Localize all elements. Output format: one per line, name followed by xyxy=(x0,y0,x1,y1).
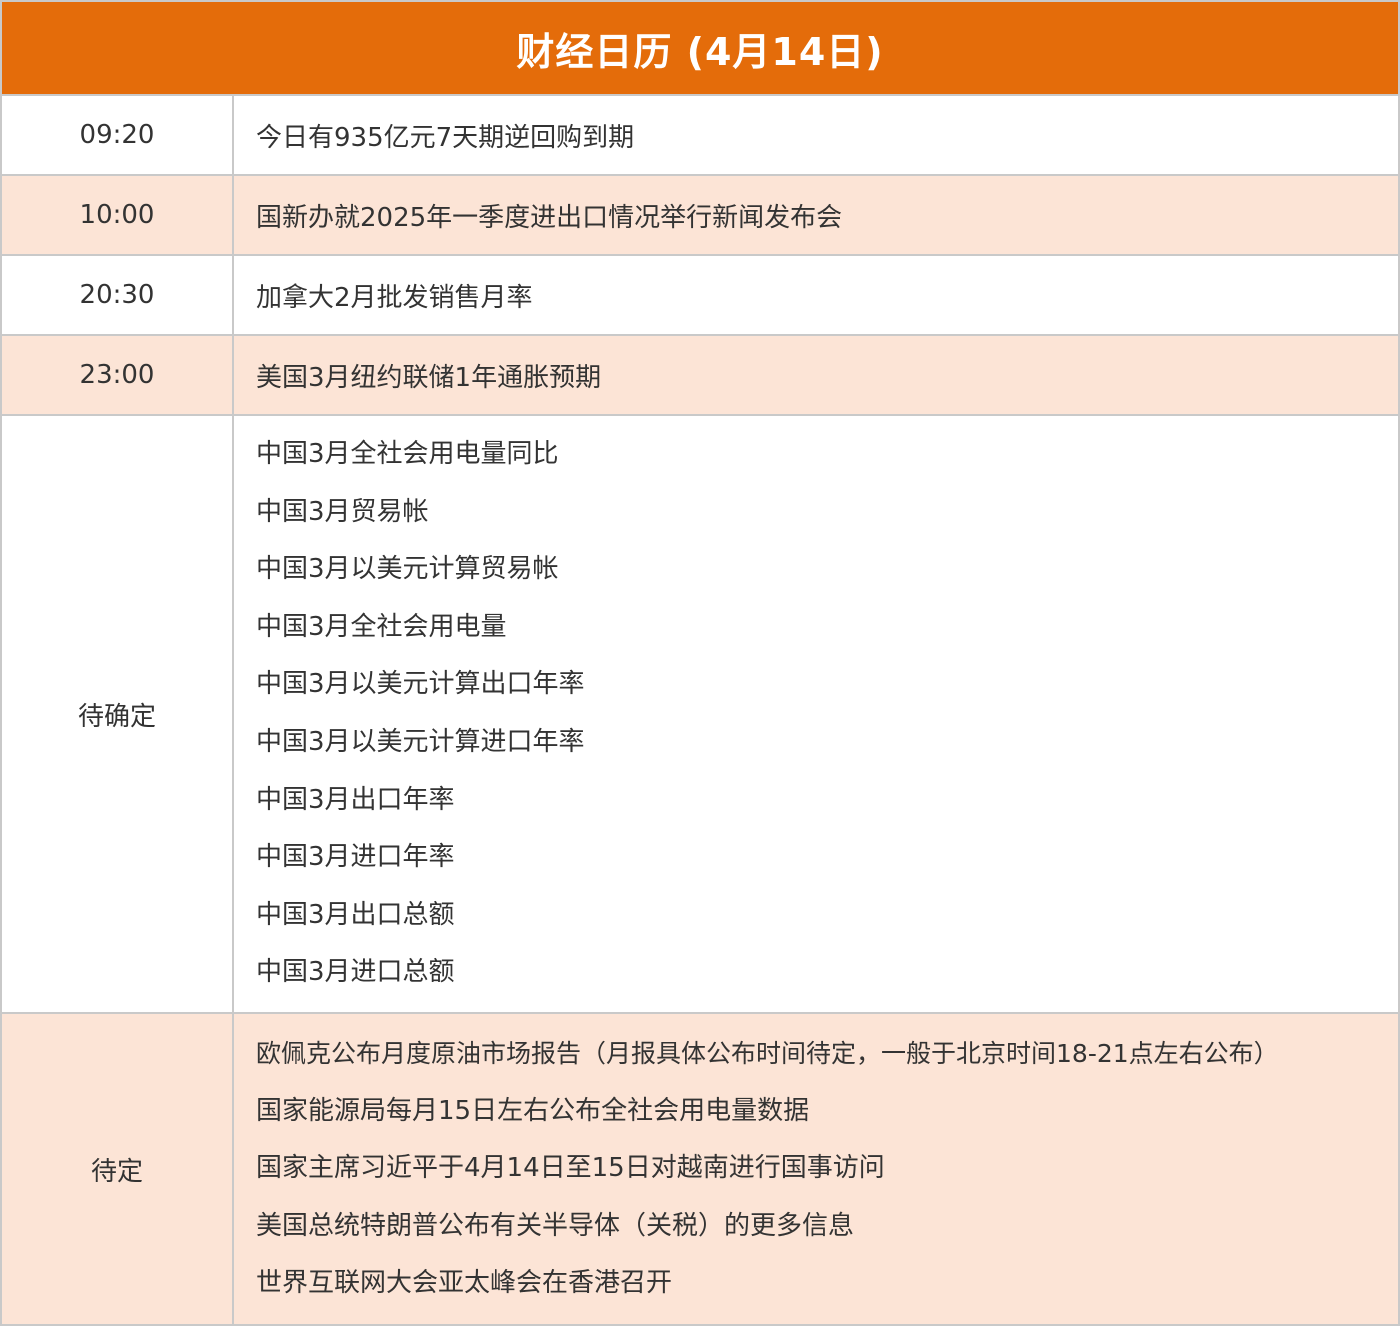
list-item: 中国3月出口总额 xyxy=(256,899,455,930)
calendar-row-pending: 待定 欧佩克公布月度原油市场报告（月报具体公布时间待定，一般于北京时间18-21… xyxy=(0,1014,1400,1326)
list-item: 中国3月出口年率 xyxy=(256,784,455,815)
event-cell: 国新办就2025年一季度进出口情况举行新闻发布会 xyxy=(256,202,843,233)
calendar-title: 财经日历 (4月14日) xyxy=(516,29,884,74)
calendar-row-tbd: 待确定 中国3月全社会用电量同比 中国3月贸易帐 中国3月以美元计算贸易帐 中国… xyxy=(0,416,1400,1014)
event-cell: 美国3月纽约联储1年通胀预期 xyxy=(256,362,602,393)
economic-calendar-table: 财经日历 (4月14日) 09:20 今日有935亿元7天期逆回购到期 10:0… xyxy=(0,0,1400,1326)
list-item: 中国3月全社会用电量同比 xyxy=(256,439,559,470)
list-item: 美国总统特朗普公布有关半导体（关税）的更多信息 xyxy=(256,1210,855,1241)
list-item: 国家主席习近平于4月14日至15日对越南进行国事访问 xyxy=(256,1153,885,1184)
event-cell: 今日有935亿元7天期逆回购到期 xyxy=(256,122,635,153)
time-cell: 20:30 xyxy=(2,256,234,334)
list-item: 国家能源局每月15日左右公布全社会用电量数据 xyxy=(256,1095,810,1126)
list-item: 中国3月以美元计算进口年率 xyxy=(256,727,585,757)
time-cell: 09:20 xyxy=(2,96,234,174)
time-cell: 10:00 xyxy=(2,176,234,254)
list-item: 中国3月进口年率 xyxy=(256,842,455,873)
time-cell: 待确定 xyxy=(2,416,234,1012)
event-cell: 加拿大2月批发销售月率 xyxy=(256,282,533,313)
list-item: 中国3月以美元计算出口年率 xyxy=(256,669,585,700)
calendar-row: 20:30 加拿大2月批发销售月率 xyxy=(0,256,1400,336)
calendar-row: 10:00 国新办就2025年一季度进出口情况举行新闻发布会 xyxy=(0,176,1400,256)
event-list: 中国3月全社会用电量同比 中国3月贸易帐 中国3月以美元计算贸易帐 中国3月全社… xyxy=(234,416,1398,1012)
calendar-row: 09:20 今日有935亿元7天期逆回购到期 xyxy=(0,96,1400,176)
list-item: 世界互联网大会亚太峰会在香港召开 xyxy=(256,1268,673,1299)
list-item: 中国3月贸易帐 xyxy=(256,496,429,527)
calendar-row: 23:00 美国3月纽约联储1年通胀预期 xyxy=(0,336,1400,416)
list-item: 中国3月进口总额 xyxy=(256,957,455,988)
list-item: 欧佩克公布月度原油市场报告（月报具体公布时间待定，一般于北京时间18-21点左右… xyxy=(256,1039,1279,1069)
time-cell: 23:00 xyxy=(2,336,234,414)
calendar-header: 财经日历 (4月14日) xyxy=(0,0,1400,96)
list-item: 中国3月以美元计算贸易帐 xyxy=(256,554,559,585)
event-list: 欧佩克公布月度原油市场报告（月报具体公布时间待定，一般于北京时间18-21点左右… xyxy=(234,1014,1398,1324)
list-item: 中国3月全社会用电量 xyxy=(256,611,507,642)
time-cell: 待定 xyxy=(2,1014,234,1324)
